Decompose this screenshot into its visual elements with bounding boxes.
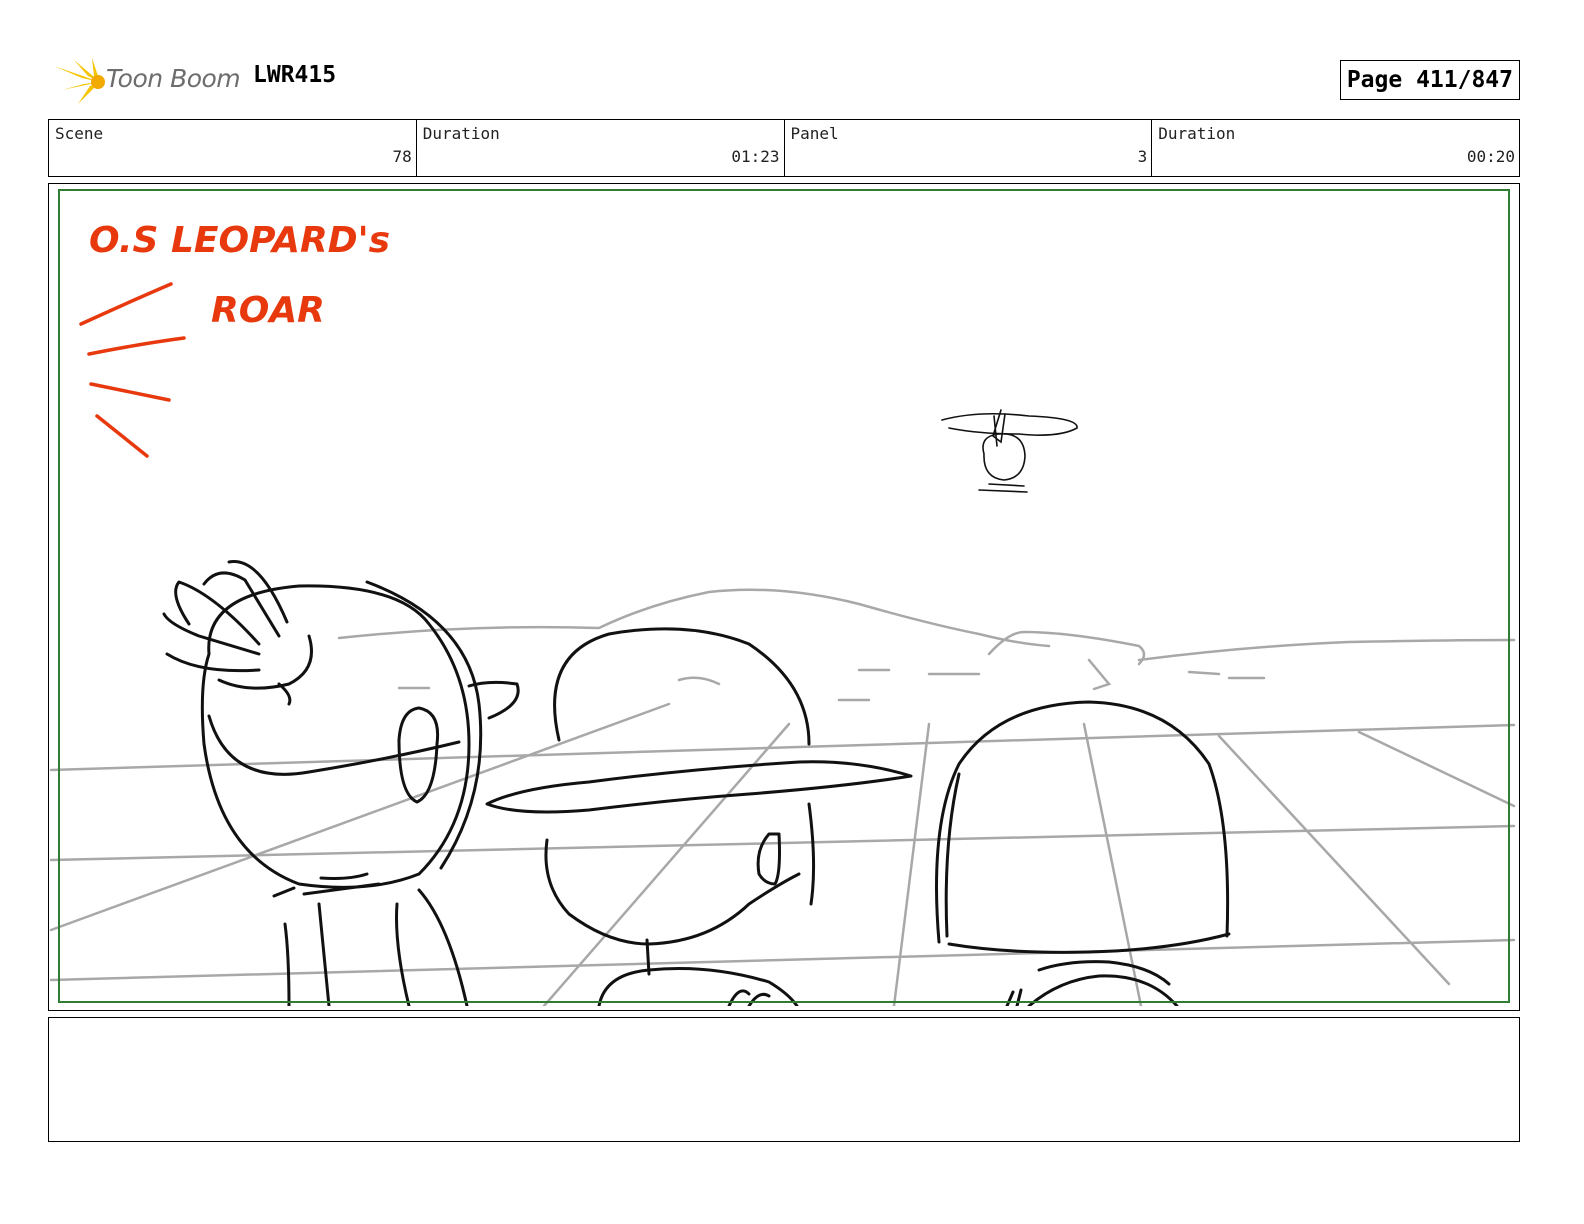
page-indicator: Page 411/847 [1339,60,1520,100]
panel-cell: Panel 3 [785,120,1153,176]
page-header: Toon Boom LWR415 Page 411/847 [48,52,1520,108]
scene-label: Scene [55,124,104,143]
scene-value: 78 [392,147,412,166]
scene-info-table: Scene 78 Duration 01:23 Panel 3 Duration… [48,119,1520,177]
storyboard-panel: O.S LEOPARD's ROAR [48,183,1520,1011]
project-id: LWR415 [253,62,337,88]
background-grid [49,702,1516,1006]
panel-sketch: O.S LEOPARD's ROAR [49,189,1516,1006]
sound-effect-lines [79,282,186,458]
annotation-sound: ROAR [211,290,325,331]
character-right [935,700,1231,1006]
scene-duration-value: 01:23 [731,147,780,166]
starburst-icon [54,58,105,104]
character-middle [485,627,913,1006]
annotation-offscreen: O.S LEOPARD's [89,220,390,261]
panel-notes-box[interactable] [48,1017,1520,1142]
panel-value: 3 [1137,147,1148,166]
panel-label: Panel [790,124,839,143]
scene-duration-label: Duration [422,124,500,143]
panel-duration-value: 00:20 [1466,147,1515,166]
scene-duration-cell: Duration 01:23 [417,120,785,176]
helicopter-sketch [941,409,1078,493]
scene-cell: Scene 78 [49,120,417,176]
logo-text: Toon Boom [106,64,241,93]
panel-duration-cell: Duration 00:20 [1152,120,1519,176]
toon-boom-logo: Toon Boom [52,56,241,106]
panel-duration-label: Duration [1158,124,1236,143]
